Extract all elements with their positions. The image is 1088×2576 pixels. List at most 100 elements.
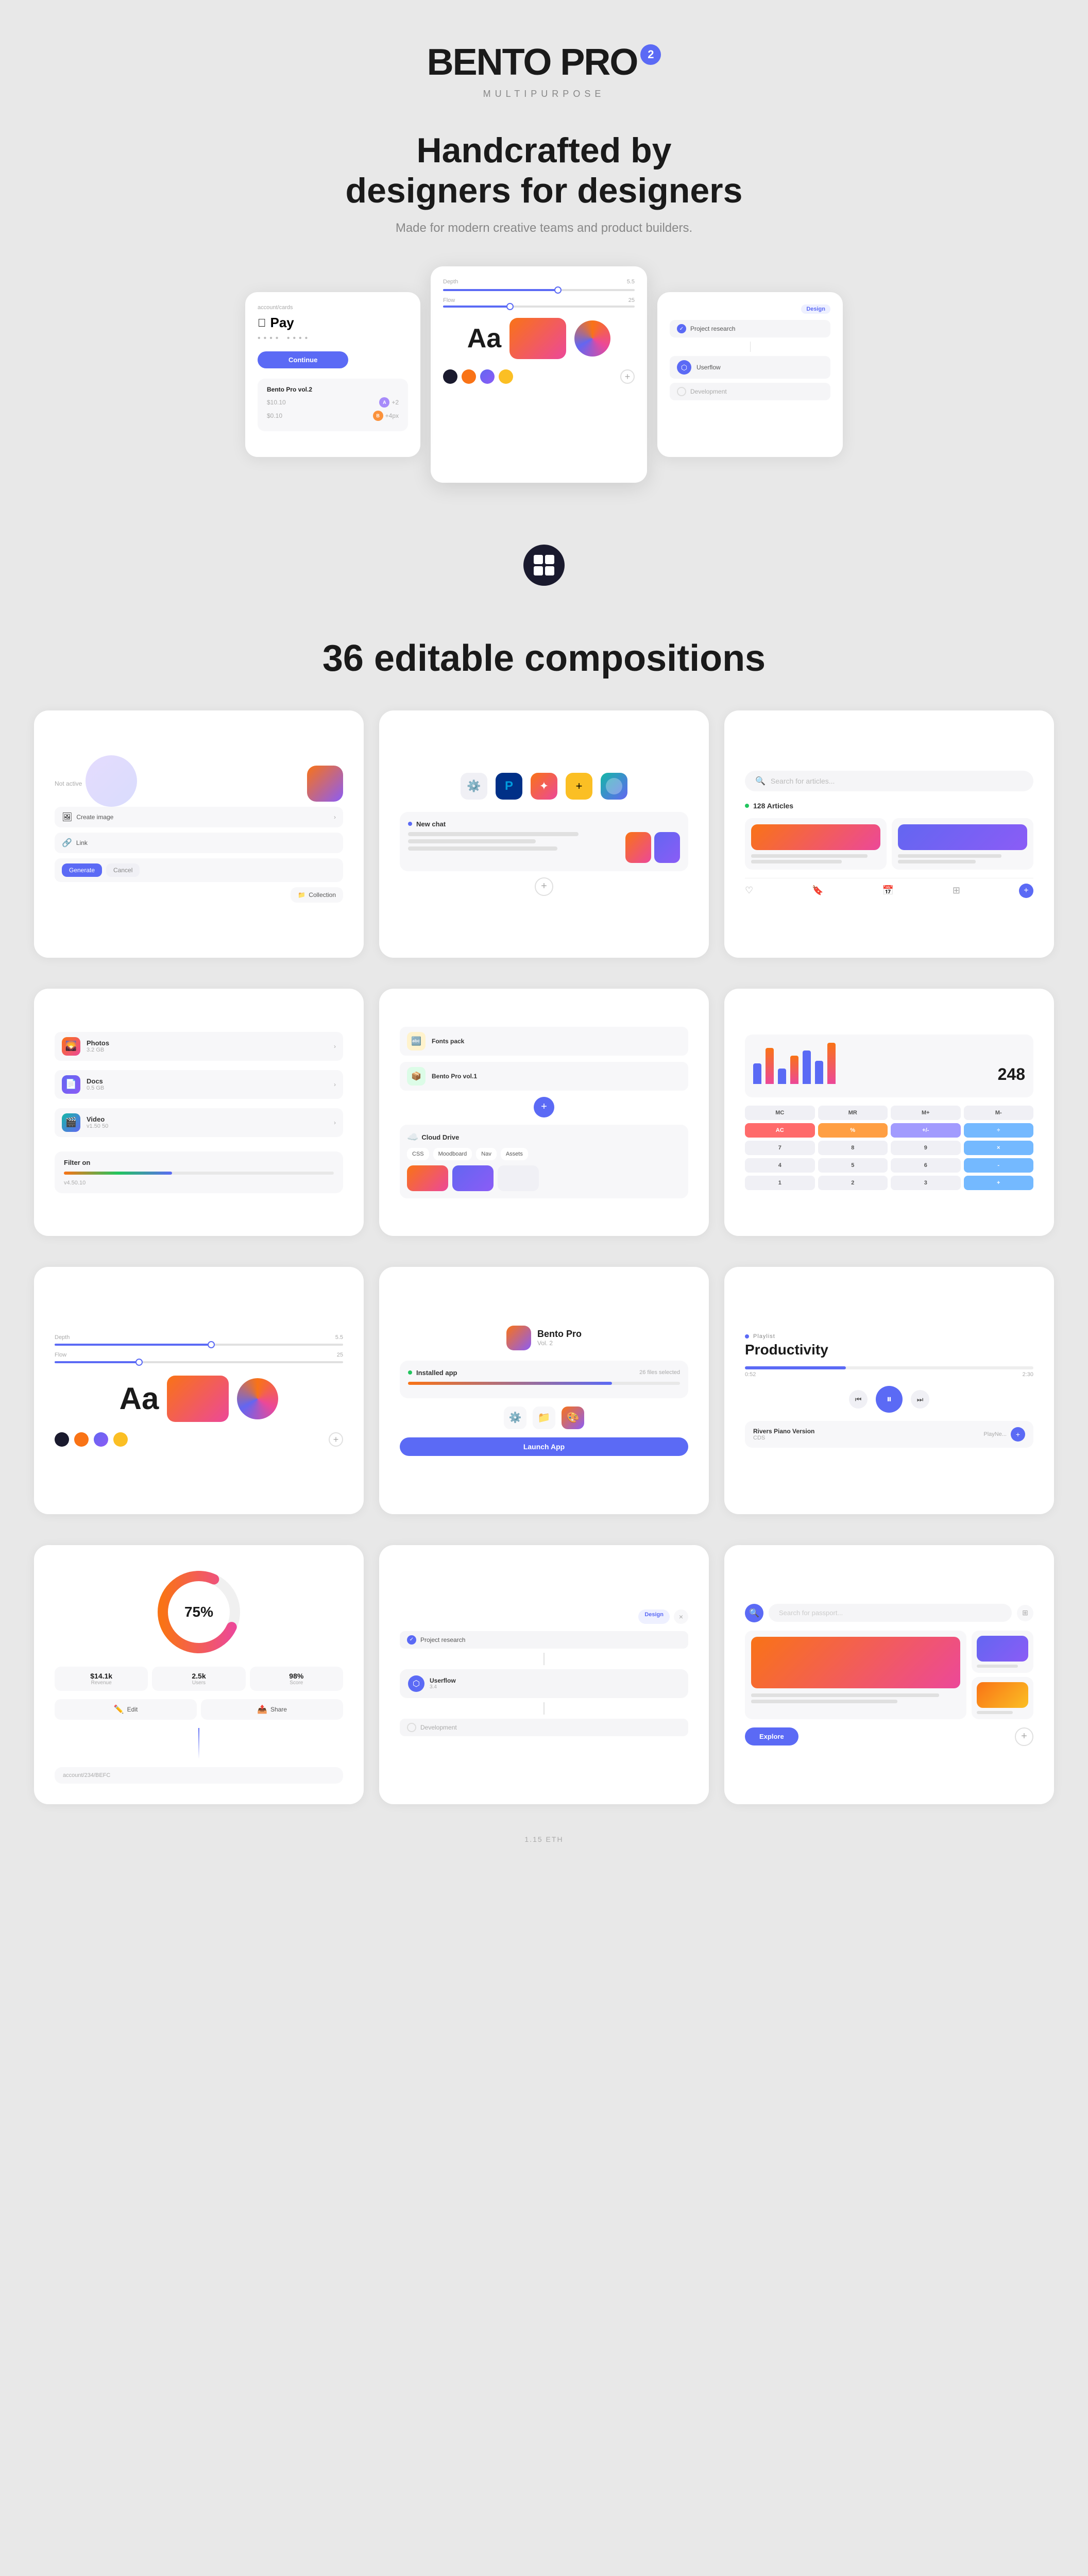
key-6[interactable]: 6	[891, 1158, 961, 1173]
applepay-continue-btn[interactable]: Continue	[258, 351, 348, 368]
key-1[interactable]: 1	[745, 1176, 815, 1190]
key-plus[interactable]: +	[964, 1176, 1034, 1190]
analytics-btn-2[interactable]: 📤 Share	[201, 1699, 343, 1720]
grid-view-icon[interactable]: ⊞	[953, 885, 960, 896]
filter-fill	[64, 1172, 172, 1175]
files-content: 🌄 Photos 3.2 GB › 📄 Docs 0.5 GB	[55, 1032, 343, 1193]
paypal-icon[interactable]: P	[496, 773, 522, 800]
stat-3-label: Score	[255, 1680, 338, 1686]
filter-version: v4.50.10	[64, 1180, 334, 1186]
folder-moodboard[interactable]: Moodboard	[433, 1148, 472, 1160]
key-mul[interactable]: ×	[964, 1141, 1034, 1155]
search-main-icon[interactable]: 🔍	[745, 1604, 763, 1622]
productivity-title: Productivity	[745, 1342, 1033, 1358]
key-mminus[interactable]: M-	[964, 1106, 1034, 1120]
add-new-btn[interactable]: +	[535, 877, 553, 896]
search-add-btn[interactable]: +	[1015, 1727, 1033, 1746]
cloud-bento-info: Bento Pro vol.1	[432, 1073, 681, 1080]
generate-btn[interactable]: Generate	[62, 863, 102, 877]
next-btn[interactable]: ⏭	[911, 1390, 929, 1409]
installer-fill	[408, 1382, 612, 1385]
track-next-label: PlayNe...	[983, 1431, 1007, 1437]
search-actions: Explore +	[745, 1727, 1033, 1746]
video-item: 🎬 Video v1.50 50 ›	[55, 1108, 343, 1137]
docs-arrow: ›	[334, 1081, 336, 1088]
preview-card-typography: Depth 5.5 Flow 25 Aa	[431, 266, 647, 483]
key-div[interactable]: ÷	[964, 1123, 1034, 1138]
articles-dot	[745, 804, 749, 808]
cloud-files: 🔤 Fonts pack	[400, 1027, 688, 1056]
result-side-1	[972, 1631, 1033, 1673]
chat-images	[625, 832, 680, 863]
key-3[interactable]: 3	[891, 1176, 961, 1190]
starburst-icon[interactable]: ✦	[531, 773, 557, 800]
key-7[interactable]: 7	[745, 1141, 815, 1155]
filter-progress	[64, 1172, 334, 1175]
workflow-content: Design ✓ Project research ⬡ Userflow Dev…	[670, 304, 830, 400]
productivity-content: Playlist Productivity 0:52 2:30 ⏮ ⏸ ⏭	[745, 1333, 1033, 1448]
calendar-icon[interactable]: 📅	[882, 885, 894, 896]
article-search[interactable]: 🔍 Search for articles...	[745, 771, 1033, 791]
cloud-add-btn[interactable]: +	[534, 1097, 554, 1117]
chat-img-2	[654, 832, 680, 863]
heart-icon[interactable]: ♡	[745, 885, 753, 896]
cancel-btn[interactable]: Cancel	[106, 863, 140, 877]
avatar-app-icon[interactable]	[601, 773, 627, 800]
text-line-2	[408, 839, 536, 843]
key-sign[interactable]: +/-	[891, 1123, 961, 1138]
stat-1: $14.1k Revenue	[55, 1667, 148, 1691]
key-mc[interactable]: MC	[745, 1106, 815, 1120]
collection-btn[interactable]: 📁 Collection	[291, 887, 343, 903]
depth-slider[interactable]	[443, 289, 635, 291]
key-ac[interactable]: AC	[745, 1123, 815, 1138]
key-5[interactable]: 5	[818, 1158, 888, 1173]
flow-slider[interactable]	[443, 306, 635, 308]
settings-icon-app[interactable]: ⚙️	[461, 773, 487, 800]
folder-nav[interactable]: Nav	[476, 1148, 497, 1160]
swatch-dark	[443, 369, 457, 384]
play-pause-btn[interactable]: ⏸	[876, 1386, 903, 1413]
launch-app-btn[interactable]: Launch App	[400, 1437, 688, 1456]
search-explore-btn[interactable]: Explore	[745, 1727, 798, 1745]
link-btn[interactable]: 🔗 Link	[55, 833, 343, 853]
folder-assets[interactable]: Assets	[501, 1148, 528, 1160]
playlist-header: Playlist	[745, 1333, 1033, 1340]
key-4[interactable]: 4	[745, 1158, 815, 1173]
filter-panel: Filter on v4.50.10	[55, 1151, 343, 1193]
analytics-btn-1[interactable]: ✏️ Edit	[55, 1699, 197, 1720]
wf-close-btn[interactable]: ×	[674, 1609, 688, 1624]
search-filter-btn[interactable]: ⊞	[1017, 1605, 1033, 1621]
key-9[interactable]: 9	[891, 1141, 961, 1155]
t-add-swatch[interactable]: +	[329, 1432, 343, 1447]
key-minus[interactable]: -	[964, 1158, 1034, 1173]
new-chat-card: New chat	[400, 812, 688, 871]
bar-2	[766, 1048, 774, 1084]
video-arrow: ›	[334, 1119, 336, 1126]
wf-step-1-label: Project research	[420, 1636, 465, 1643]
folder-css[interactable]: CSS	[407, 1148, 429, 1160]
t-depth-slider[interactable]	[55, 1344, 343, 1346]
photos-name: Photos	[87, 1039, 328, 1047]
article-add-btn[interactable]: +	[1019, 884, 1033, 898]
prod-time-total: 2:30	[1023, 1371, 1033, 1378]
t-flow-val: 25	[337, 1352, 343, 1358]
key-mplus[interactable]: M+	[891, 1106, 961, 1120]
track-add-btn[interactable]: +	[1011, 1427, 1025, 1442]
key-2[interactable]: 2	[818, 1176, 888, 1190]
installer-icon	[506, 1326, 531, 1350]
create-image-btn[interactable]: 🖼 Create image ›	[55, 807, 343, 827]
prev-btn[interactable]: ⏮	[849, 1390, 868, 1409]
comp-workflow-full: Design × ✓ Project research ⬡ Userflow	[379, 1545, 709, 1804]
extra-actions: Generate Cancel	[55, 858, 343, 882]
plus-icon[interactable]: +	[566, 773, 592, 800]
cloud-thumbs	[407, 1165, 681, 1191]
key-8[interactable]: 8	[818, 1141, 888, 1155]
add-swatch-btn[interactable]: +	[620, 369, 635, 384]
result-img	[751, 1637, 960, 1688]
t-flow-slider[interactable]	[55, 1361, 343, 1363]
app-icons-content: ⚙️ P ✦ + New chat	[400, 773, 688, 896]
bookmark-icon[interactable]: 🔖	[812, 885, 823, 896]
key-percent[interactable]: %	[818, 1123, 888, 1138]
search-main-input[interactable]: Search for passport...	[769, 1604, 1012, 1622]
key-mr[interactable]: MR	[818, 1106, 888, 1120]
